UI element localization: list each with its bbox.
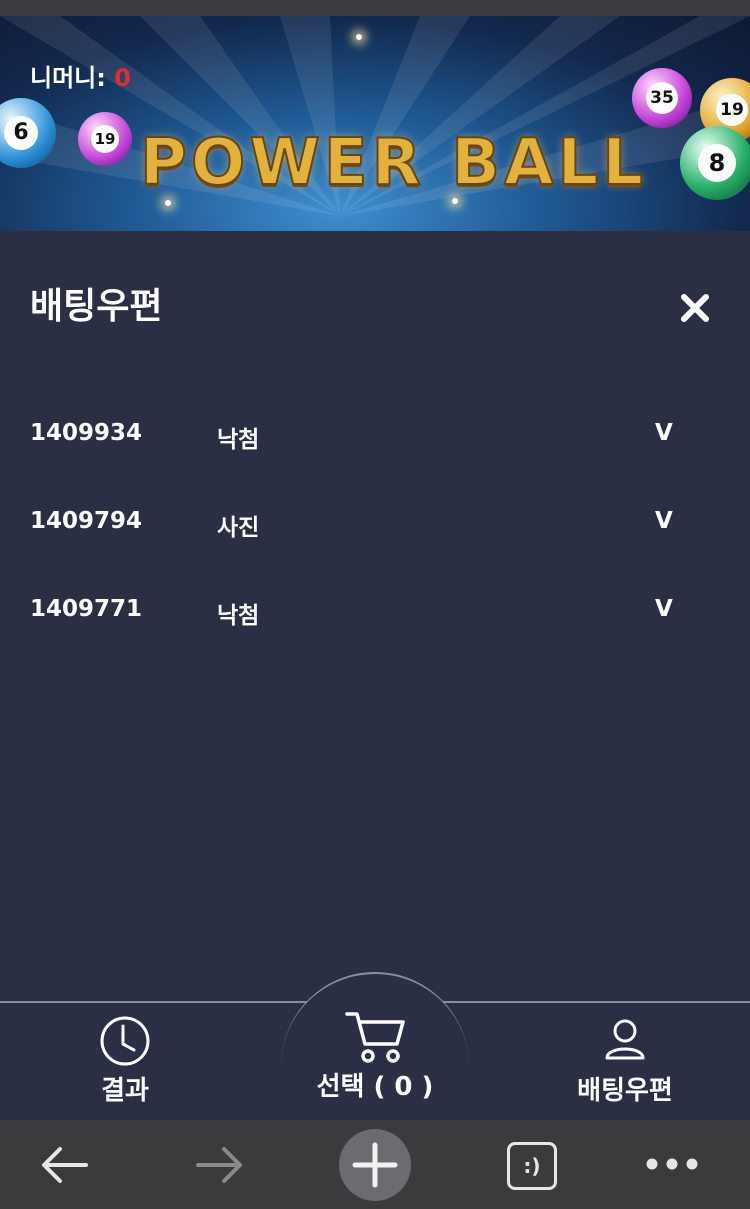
nav-results-label: 결과 [101, 1076, 149, 1106]
panel-title: 배팅우편 [30, 286, 163, 327]
close-icon[interactable] [676, 289, 714, 327]
list-item[interactable]: 1409794 사진 V [0, 500, 750, 544]
money-display: 니머니: 0 [30, 58, 131, 93]
check-mark[interactable]: V [655, 420, 673, 446]
check-mark[interactable]: V [655, 596, 673, 622]
sparkle [452, 198, 458, 204]
browser-toolbar: :) [0, 1120, 750, 1209]
check-mark[interactable]: V [655, 508, 673, 534]
money-label: 니머니: [30, 64, 106, 92]
nav-betting-mail[interactable]: 배팅우편 [560, 1016, 690, 1107]
cart-icon [345, 1012, 405, 1063]
more-dots-icon[interactable] [644, 1154, 700, 1178]
user-icon [605, 1019, 645, 1060]
bet-status: 사진 [217, 515, 260, 541]
powerball-banner: 니머니: 0 POWER BALL 6 19 35 19 8 [0, 16, 750, 231]
bet-status: 낙첨 [217, 427, 260, 453]
sparkle [356, 34, 362, 40]
money-value: 0 [114, 64, 131, 92]
bet-id: 1409794 [30, 508, 143, 534]
nav-select[interactable]: 선택 ( 0 ) [300, 1010, 450, 1103]
plus-icon[interactable] [339, 1129, 411, 1201]
bet-id: 1409771 [30, 596, 143, 622]
bet-status: 낙첨 [217, 603, 260, 629]
sparkle [165, 200, 171, 206]
tabs-button[interactable]: :) [507, 1142, 557, 1190]
ball-19-left: 19 [78, 112, 132, 166]
arrow-left-icon[interactable] [38, 1145, 90, 1189]
list-item[interactable]: 1409771 낙첨 V [0, 588, 750, 632]
ball-8: 8 [680, 126, 750, 200]
list-item[interactable]: 1409934 낙첨 V [0, 412, 750, 456]
bet-id: 1409934 [30, 420, 143, 446]
nav-results[interactable]: 결과 [75, 1014, 175, 1107]
clock-icon [100, 1016, 150, 1066]
nav-betting-mail-label: 배팅우편 [577, 1076, 673, 1106]
ball-35: 35 [632, 68, 692, 128]
betting-mail-panel: 배팅우편 1409934 낙첨 V 1409794 사진 V 1409771 낙… [0, 231, 750, 1001]
arrow-right-icon[interactable] [194, 1145, 246, 1189]
status-strip [0, 0, 750, 16]
powerball-logo: POWER BALL [139, 125, 648, 201]
nav-select-label: 선택 ( 0 ) [316, 1072, 434, 1102]
